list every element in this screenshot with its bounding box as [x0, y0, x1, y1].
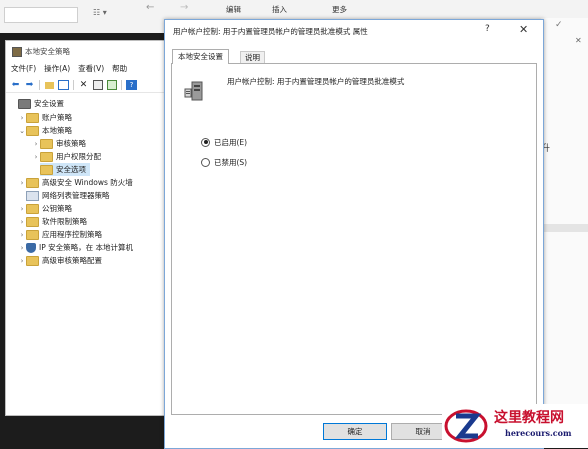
properties-icon[interactable]: [92, 80, 103, 90]
folder-icon: [26, 177, 39, 188]
lsp-menubar: 文件(F) 操作(A) 查看(V) 帮助: [6, 63, 185, 76]
tree-item-label: 高级审核策略配置: [42, 256, 102, 265]
folder-icon: [26, 203, 39, 214]
tree-item-security-options[interactable]: 安全选项: [40, 163, 90, 176]
tree-item-label: 公钥策略: [42, 204, 72, 213]
folder-icon: [26, 255, 39, 266]
tab-panel: [171, 63, 537, 415]
forward-arrow-icon[interactable]: →: [180, 2, 194, 14]
dialog-title: 用户帐户控制: 用于内置管理员帐户的管理员批准模式 属性: [173, 27, 368, 36]
folder-open-icon: [40, 164, 53, 175]
tree-item-label: 审核策略: [56, 139, 86, 148]
properties-dialog: 用户帐户控制: 用于内置管理员帐户的管理员批准模式 属性 ? ✕ 本地安全设置 …: [164, 19, 544, 449]
tree-item-account-policies[interactable]: › 账户策略: [18, 111, 72, 124]
tree-item-network-list[interactable]: 网络列表管理器策略: [18, 189, 110, 202]
background-checkmark-icon: ✓: [555, 20, 563, 30]
chevron-right-icon[interactable]: ›: [18, 218, 26, 226]
tree-item-label: IP 安全策略，在 本地计算机: [39, 243, 134, 252]
lsp-toolbar: ⬅ ➡ ✕ ?: [6, 78, 184, 93]
tree-item-label: 软件限制策略: [42, 217, 87, 226]
tree-item-advanced-audit[interactable]: › 高级审核策略配置: [18, 254, 102, 267]
folder-icon: [26, 229, 39, 240]
up-folder-icon[interactable]: [44, 80, 55, 90]
help-button[interactable]: ?: [485, 24, 490, 34]
background-address-field[interactable]: [4, 7, 78, 23]
watermark-title: 这里教程网: [494, 410, 564, 426]
ok-button[interactable]: 确定: [323, 423, 387, 440]
chevron-down-icon[interactable]: ⌄: [18, 127, 26, 135]
delete-icon[interactable]: ✕: [78, 80, 89, 90]
watermark-url: herecours.com: [505, 428, 572, 438]
toolbar-divider: [73, 80, 74, 90]
radio-unchecked-icon[interactable]: [201, 157, 210, 167]
close-button[interactable]: ✕: [519, 23, 528, 36]
tree-item-software-restriction[interactable]: › 软件限制策略: [18, 215, 87, 228]
chevron-right-icon[interactable]: ›: [18, 231, 26, 239]
radio-enabled[interactable]: 已启用(E): [201, 136, 247, 148]
lsp-titlebar: 本地安全策略: [12, 46, 70, 57]
tree-item-app-control[interactable]: › 应用程序控制策略: [18, 228, 102, 241]
back-arrow-icon[interactable]: ←: [146, 2, 160, 14]
menu-action[interactable]: 操作(A): [44, 63, 70, 76]
lsp-title-text: 本地安全策略: [25, 47, 70, 56]
tree-item-label: 安全设置: [34, 99, 64, 108]
tree-item-audit-policy[interactable]: › 审核策略: [32, 137, 86, 150]
tab-local-security-setting[interactable]: 本地安全设置: [172, 49, 229, 64]
tree-item-label: 高级安全 Windows 防火墙: [42, 178, 133, 187]
menu-help[interactable]: 帮助: [112, 63, 127, 76]
policy-name: 用户帐户控制: 用于内置管理员帐户的管理员批准模式: [227, 77, 405, 86]
folder-icon: [26, 216, 39, 227]
radio-disabled[interactable]: 已禁用(S): [201, 156, 247, 168]
tree-item-label: 账户策略: [42, 113, 72, 122]
tree-item-security-settings[interactable]: 安全设置: [10, 97, 64, 110]
background-right-pane: [541, 18, 588, 418]
export-list-icon[interactable]: [106, 80, 117, 90]
folder-icon: [40, 151, 53, 162]
security-settings-icon: [18, 98, 31, 109]
tree-item-label: 应用程序控制策略: [42, 230, 102, 239]
help-icon[interactable]: ?: [126, 80, 137, 90]
chevron-right-icon[interactable]: ›: [18, 114, 26, 122]
tree-item-public-key[interactable]: › 公钥策略: [18, 202, 72, 215]
local-security-policy-window: 本地安全策略 文件(F) 操作(A) 查看(V) 帮助 ⬅ ➡ ✕ ? 安全设置…: [5, 40, 184, 416]
tree-item-label: 安全选项: [56, 165, 86, 174]
background-tab-edit[interactable]: 编辑: [226, 4, 241, 15]
menu-file[interactable]: 文件(F): [11, 63, 36, 76]
tree-item-label: 网络列表管理器策略: [42, 191, 110, 200]
background-close-icon[interactable]: ✕: [575, 36, 582, 45]
toolbar-divider: [39, 80, 40, 90]
tree-item-label: 本地策略: [42, 126, 72, 135]
chevron-right-icon[interactable]: ›: [18, 205, 26, 213]
folder-icon: [26, 112, 39, 123]
radio-checked-icon[interactable]: [201, 137, 210, 147]
server-policy-icon: [184, 81, 203, 101]
background-selected-row: [541, 224, 588, 232]
radio-enabled-label[interactable]: 已启用(E): [214, 137, 247, 148]
tree-item-user-rights[interactable]: › 用户权限分配: [32, 150, 101, 163]
show-hide-tree-icon[interactable]: [58, 80, 69, 90]
folder-icon: [26, 125, 39, 136]
chevron-right-icon[interactable]: ›: [32, 140, 40, 148]
back-icon[interactable]: ⬅: [10, 80, 21, 90]
shield-icon: [26, 242, 36, 253]
chevron-right-icon[interactable]: ›: [32, 153, 40, 161]
tree-item-windows-firewall[interactable]: › 高级安全 Windows 防火墙: [18, 176, 133, 189]
radio-disabled-label[interactable]: 已禁用(S): [214, 157, 247, 168]
tree-item-local-policies[interactable]: ⌄ 本地策略: [18, 124, 72, 137]
background-tab-insert[interactable]: 插入: [272, 4, 287, 15]
forward-icon[interactable]: ➡: [24, 80, 35, 90]
tree-item-ip-security[interactable]: › IP 安全策略，在 本地计算机: [18, 241, 133, 254]
tree-item-label: 用户权限分配: [56, 152, 101, 161]
chevron-right-icon[interactable]: ›: [18, 179, 26, 187]
background-tab-more[interactable]: 更多: [332, 4, 347, 15]
toolbar-divider: [121, 80, 122, 90]
network-list-icon: [26, 190, 39, 201]
chevron-right-icon[interactable]: ›: [18, 244, 26, 252]
folder-icon: [40, 138, 53, 149]
background-view-toggle[interactable]: ☷ ▾: [93, 8, 123, 20]
app-icon: [12, 46, 22, 57]
menu-view[interactable]: 查看(V): [78, 63, 104, 76]
chevron-right-icon[interactable]: ›: [18, 257, 26, 265]
